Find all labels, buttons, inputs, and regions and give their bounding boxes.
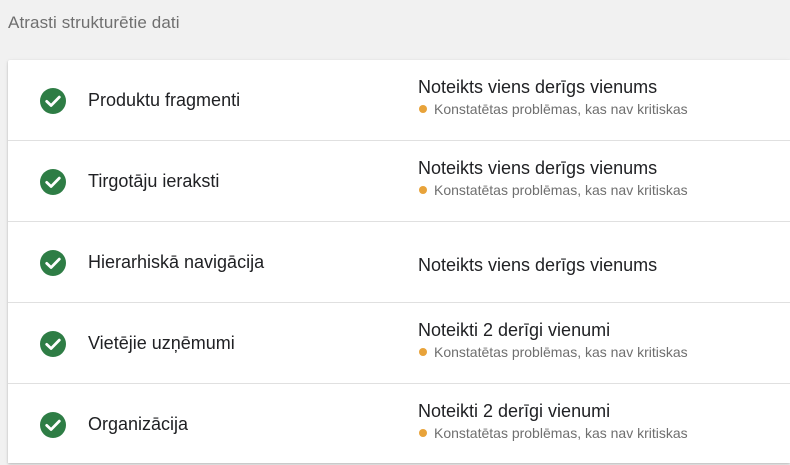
- warning-dot-icon: [419, 186, 427, 194]
- item-status-text: Noteikts viens derīgs vienums: [418, 77, 658, 97]
- item-note: Konstatētas problēmas, kas nav kritiskas: [418, 101, 688, 117]
- warning-dot-icon: [419, 105, 427, 113]
- list-item-label: Tirgotāju ieraksti: [88, 171, 220, 191]
- check-circle-icon: [40, 412, 66, 438]
- check-circle-icon: [40, 331, 66, 357]
- item-status: Noteikts viens derīgs vienums: [418, 254, 657, 276]
- check-circle-icon: [40, 250, 66, 276]
- item-note-text: Konstatētas problēmas, kas nav kritiskas: [434, 101, 688, 117]
- item-status: Noteikti 2 derīgi vienumi Konstatētas pr…: [418, 319, 688, 360]
- list-item-breadcrumbs[interactable]: Hierarhiskā navigācija Noteikts viens de…: [8, 222, 790, 303]
- list-item-label: Produktu fragmenti: [88, 90, 241, 110]
- item-note: Konstatētas problēmas, kas nav kritiskas: [418, 425, 688, 441]
- list-item-local-business[interactable]: Vietējie uzņēmumi Noteikti 2 derīgi vien…: [8, 303, 790, 384]
- warning-dot-icon: [419, 348, 427, 356]
- structured-data-list: Produktu fragmenti Noteikts viens derīgs…: [8, 60, 790, 463]
- item-note: Konstatētas problēmas, kas nav kritiskas: [418, 182, 688, 198]
- list-item-merchant-listings[interactable]: Tirgotāju ieraksti Noteikts viens derīgs…: [8, 141, 790, 222]
- list-item-organization[interactable]: Organizācija Noteikti 2 derīgi vienumi K…: [8, 384, 790, 465]
- item-note-text: Konstatētas problēmas, kas nav kritiskas: [434, 425, 688, 441]
- item-status-text: Noteikts viens derīgs vienums: [418, 158, 658, 178]
- item-status-text: Noteikts viens derīgs vienums: [418, 255, 658, 275]
- item-status-text: Noteikti 2 derīgi vienumi: [418, 320, 611, 340]
- section-title: Atrasti strukturētie dati: [8, 13, 180, 32]
- list-item-label: Vietējie uzņēmumi: [88, 333, 235, 353]
- item-note-text: Konstatētas problēmas, kas nav kritiskas: [434, 182, 688, 198]
- item-status: Noteikts viens derīgs vienums Konstatēta…: [418, 76, 688, 117]
- check-circle-icon: [40, 88, 66, 114]
- item-status-text: Noteikti 2 derīgi vienumi: [418, 401, 611, 421]
- item-status: Noteikti 2 derīgi vienumi Konstatētas pr…: [418, 400, 688, 441]
- warning-dot-icon: [419, 429, 427, 437]
- list-item-label: Organizācija: [88, 414, 189, 434]
- list-item-product-snippets[interactable]: Produktu fragmenti Noteikts viens derīgs…: [8, 60, 790, 141]
- list-item-label: Hierarhiskā navigācija: [88, 252, 265, 272]
- item-status: Noteikts viens derīgs vienums Konstatēta…: [418, 157, 688, 198]
- item-note-text: Konstatētas problēmas, kas nav kritiskas: [434, 344, 688, 360]
- item-note: Konstatētas problēmas, kas nav kritiskas: [418, 344, 688, 360]
- check-circle-icon: [40, 169, 66, 195]
